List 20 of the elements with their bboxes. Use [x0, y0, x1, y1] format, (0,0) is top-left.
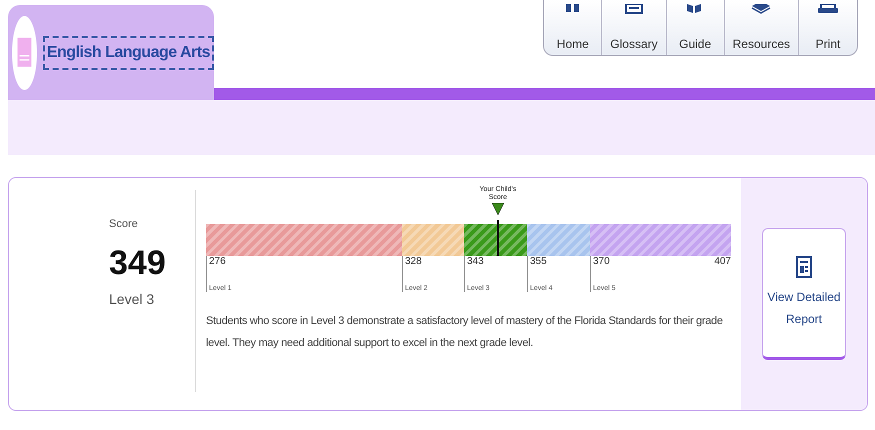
nav-button[interactable]: Guide [666, 0, 725, 55]
marker-icon [492, 202, 504, 215]
report-icon [796, 256, 812, 278]
tick-value: 407 [714, 256, 731, 267]
score-value: 349 [109, 244, 167, 283]
tick-value: 276 [209, 256, 226, 267]
print-icon [816, 4, 840, 14]
subject-title: English Language Arts [42, 36, 214, 70]
tick-value: 328 [405, 256, 422, 267]
tick-value: 370 [593, 256, 610, 267]
view-report-button[interactable]: View Detailed Report [762, 228, 846, 360]
tick-value: 343 [467, 256, 484, 267]
level-description: Students who score in Level 3 demonstrate a satisfactory level of mastery of the Florida Standards for their grade level. They may need additional support to excel in the next grade level. [206, 314, 724, 351]
nav-button[interactable]: Resources [724, 0, 799, 55]
score-label: Score [109, 218, 139, 230]
tick-value: 355 [530, 256, 547, 267]
score-level: Level 3 [109, 291, 156, 307]
nav-button[interactable]: Glossary [602, 0, 667, 55]
nav-button[interactable]: Home [544, 0, 602, 55]
nav-button[interactable]: Print [799, 0, 857, 55]
